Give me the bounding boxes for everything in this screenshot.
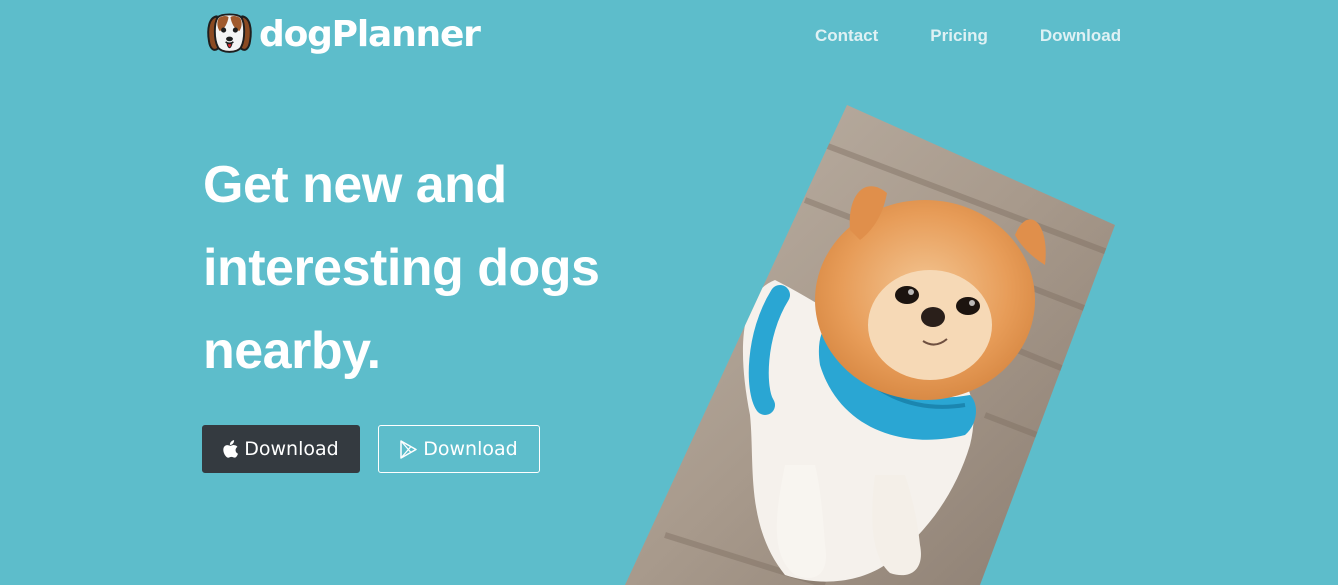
download-app-store-label: Download	[244, 438, 339, 460]
brand[interactable]: dogPlanner	[206, 11, 481, 59]
dog-photo	[625, 105, 1115, 585]
nav-link-contact[interactable]: Contact	[815, 25, 878, 47]
hero-headline: Get new and interesting dogs nearby.	[203, 156, 600, 380]
download-app-store-button[interactable]: Download	[202, 425, 360, 473]
beagle-face-icon	[207, 13, 252, 53]
download-play-store-label: Download	[423, 438, 518, 460]
play-store-icon	[400, 439, 418, 459]
nav-link-download[interactable]: Download	[1040, 25, 1121, 47]
download-play-store-button[interactable]: Download	[378, 425, 540, 473]
nav-link-pricing[interactable]: Pricing	[930, 25, 988, 47]
brand-name: dogPlanner	[259, 14, 481, 55]
main-nav: Contact Pricing Download	[815, 25, 1121, 47]
apple-icon	[223, 440, 239, 458]
